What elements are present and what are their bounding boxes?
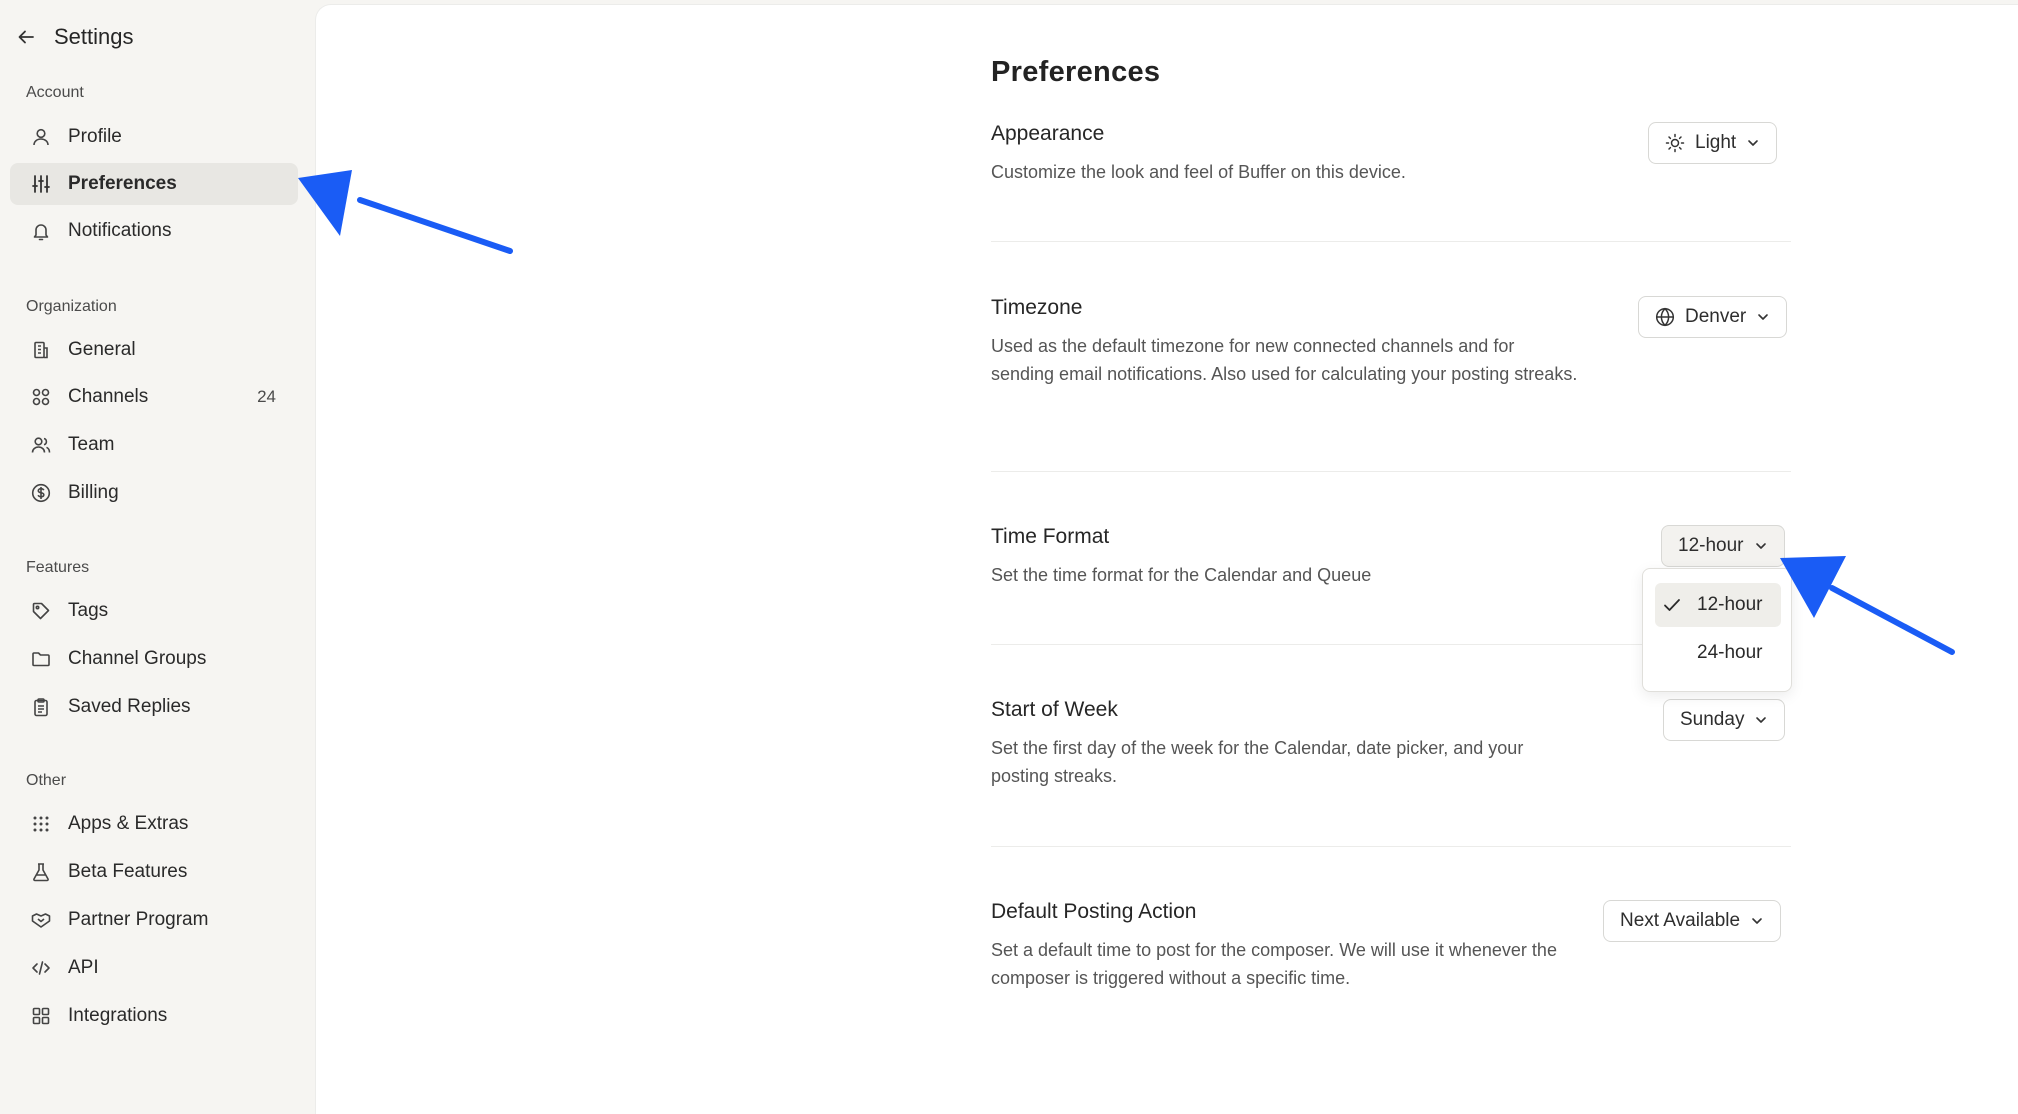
- grid-circles-icon: [30, 386, 52, 408]
- divider: [991, 471, 1791, 472]
- setting-description: Set a default time to post for the compo…: [991, 940, 1557, 988]
- dropdown-value: Sunday: [1680, 709, 1745, 730]
- time-format-menu: 12-hour 24-hour: [1642, 568, 1792, 692]
- sidebar-item-label: Channel Groups: [68, 648, 207, 669]
- sidebar-item-label: Saved Replies: [68, 696, 191, 717]
- option-label: 12-hour: [1697, 594, 1763, 615]
- sidebar-item-tags[interactable]: Tags: [10, 590, 298, 632]
- divider: [991, 241, 1791, 242]
- sidebar-item-preferences[interactable]: Preferences: [10, 163, 298, 205]
- sidebar-item-team[interactable]: Team: [10, 424, 298, 466]
- handshake-icon: [30, 909, 52, 931]
- section-label-features: Features: [26, 559, 90, 576]
- section-label-organization: Organization: [26, 298, 117, 315]
- user-icon: [30, 126, 52, 148]
- start-of-week-dropdown[interactable]: Sunday: [1663, 699, 1786, 741]
- setting-description: Set the time format for the Calendar and…: [991, 565, 1372, 585]
- flask-icon: [30, 861, 52, 883]
- sun-icon: [1665, 133, 1685, 153]
- sidebar-item-channels[interactable]: Channels 24: [10, 376, 298, 418]
- sidebar-item-label: Notifications: [68, 220, 172, 241]
- check-icon: [1664, 599, 1680, 611]
- settings-sidebar: Settings Account Profile Preferences Not…: [0, 0, 315, 1114]
- sidebar-item-label: Billing: [68, 482, 119, 503]
- dots-grid-icon: [30, 813, 52, 835]
- option-label: 24-hour: [1697, 642, 1763, 663]
- sidebar-item-general[interactable]: General: [10, 329, 298, 371]
- time-format-option-12-hour[interactable]: 12-hour: [1655, 583, 1781, 627]
- divider: [991, 846, 1791, 847]
- sidebar-item-label: General: [68, 339, 136, 360]
- sidebar-item-label: Apps & Extras: [68, 813, 189, 834]
- time-format-dropdown[interactable]: 12-hour: [1661, 525, 1785, 567]
- users-icon: [30, 434, 52, 456]
- default-posting-action-dropdown[interactable]: Next Available: [1603, 900, 1782, 942]
- sidebar-header: Settings: [16, 24, 134, 50]
- sidebar-item-label: Tags: [68, 600, 109, 621]
- timezone-dropdown[interactable]: Denver: [1638, 296, 1788, 338]
- chevron-down-icon: [1748, 140, 1759, 146]
- sidebar-item-beta-features[interactable]: Beta Features: [10, 851, 298, 893]
- sidebar-item-saved-replies[interactable]: Saved Replies: [10, 686, 298, 728]
- chevron-down-icon: [1755, 543, 1766, 549]
- dropdown-value: Next Available: [1620, 910, 1741, 931]
- sidebar-item-label: Partner Program: [68, 909, 209, 930]
- chevron-down-icon: [1756, 717, 1767, 723]
- appearance-dropdown[interactable]: Light: [1648, 122, 1778, 164]
- sidebar-item-profile[interactable]: Profile: [10, 116, 298, 158]
- chevron-down-icon: [1752, 918, 1762, 924]
- section-label-account: Account: [26, 84, 84, 101]
- setting-description: Customize the look and feel of Buffer on…: [991, 162, 1406, 182]
- sidebar-item-label: Preferences: [68, 173, 177, 194]
- sidebar-item-partner-program[interactable]: Partner Program: [10, 899, 298, 941]
- sidebar-item-label: Profile: [68, 126, 122, 147]
- globe-icon: [1655, 307, 1675, 327]
- clipboard-icon: [30, 696, 52, 718]
- sidebar-item-label: API: [68, 957, 99, 978]
- sidebar-item-label: Channels: [68, 386, 149, 407]
- bell-icon: [30, 220, 52, 242]
- sidebar-item-apps-extras[interactable]: Apps & Extras: [10, 803, 298, 845]
- sidebar-title: Settings: [54, 24, 134, 49]
- sidebar-item-integrations[interactable]: Integrations: [10, 995, 298, 1037]
- dropdown-value: 12-hour: [1678, 535, 1744, 556]
- section-label-other: Other: [26, 772, 67, 789]
- sidebar-item-label: Beta Features: [68, 861, 188, 882]
- sidebar-item-channel-groups[interactable]: Channel Groups: [10, 638, 298, 680]
- sidebar-item-notifications[interactable]: Notifications: [10, 210, 298, 252]
- sliders-icon: [30, 173, 52, 195]
- channels-count-badge: 24: [257, 387, 276, 406]
- sidebar-item-label: Integrations: [68, 1005, 168, 1026]
- folder-icon: [30, 648, 52, 670]
- building-icon: [30, 339, 52, 361]
- time-format-option-24-hour[interactable]: 24-hour: [1655, 631, 1781, 675]
- setting-description: Set the first day of the week for the Ca…: [991, 738, 1524, 786]
- setting-description: Used as the default timezone for new con…: [991, 336, 1578, 384]
- chevron-down-icon: [1758, 314, 1769, 320]
- page-title: Preferences: [991, 56, 1161, 88]
- code-icon: [30, 957, 52, 979]
- back-arrow-icon[interactable]: [16, 27, 36, 47]
- dollar-circle-icon: [30, 482, 52, 504]
- sidebar-item-label: Team: [68, 434, 115, 455]
- dropdown-value: Light: [1695, 132, 1737, 153]
- tag-icon: [30, 600, 52, 622]
- squares-grid-icon: [30, 1005, 52, 1027]
- sidebar-item-api[interactable]: API: [10, 947, 298, 989]
- dropdown-value: Denver: [1685, 306, 1747, 327]
- sidebar-item-billing[interactable]: Billing: [10, 472, 298, 514]
